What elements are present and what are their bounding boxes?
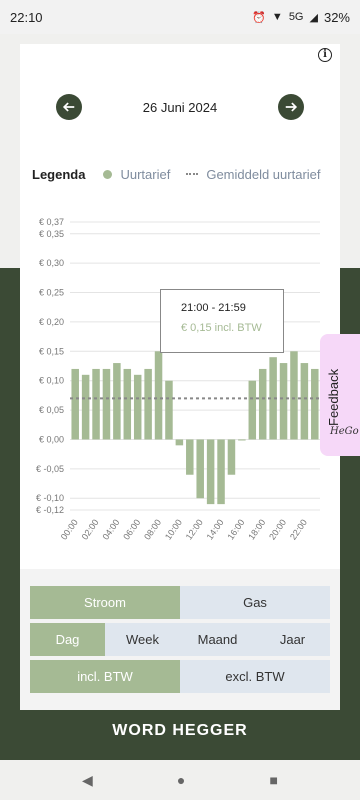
x-tick-label: 02:00 — [80, 517, 101, 541]
back-icon[interactable]: ◀ — [82, 772, 93, 789]
tooltip-price: € 0,15 incl. BTW — [181, 322, 262, 334]
period-option-jaar[interactable]: Jaar — [255, 623, 330, 656]
y-tick-label: € 0,00 — [39, 434, 64, 444]
network-label: 5G — [288, 11, 304, 23]
x-tick-label: 00:00 — [59, 517, 80, 541]
price-bar — [81, 374, 90, 440]
y-tick-label: € 0,30 — [39, 258, 64, 268]
price-bar — [92, 368, 100, 440]
previous-day-button[interactable] — [56, 94, 82, 120]
x-tick-label: 06:00 — [121, 517, 142, 541]
x-tick-label: 20:00 — [267, 517, 288, 541]
chart-tooltip: 21:00 - 21:59 € 0,15 incl. BTW — [160, 289, 284, 353]
date-label: 26 Juni 2024 — [142, 99, 218, 115]
next-day-button[interactable] — [277, 94, 304, 120]
price-bar — [102, 368, 111, 440]
status-bar: 22:10 ⏰ ▼ 5G ◢ 32% — [0, 0, 360, 34]
price-chart[interactable]: € 0,37 € 0,35 € 0,30 € 0,25 € 0,20 € 0,15 € 0,… — [20, 204, 340, 564]
info-icon[interactable]: i — [318, 48, 332, 62]
chart-controls: Stroom Gas Dag Week Maand Jaar incl. BTW excl… — [20, 569, 340, 710]
y-tick-label: € 0,25 — [39, 288, 64, 298]
y-tick-label: € 0,10 — [39, 376, 64, 386]
price-bar — [113, 363, 121, 440]
y-tick-label: € 0,35 — [39, 229, 64, 239]
period-option-maand[interactable]: Maand — [180, 623, 255, 656]
energy-toggle: Stroom Gas — [30, 586, 330, 619]
price-bar — [175, 439, 184, 446]
brand-banner: WORD HEGGER — [112, 722, 248, 739]
legend-avg-swatch — [186, 173, 199, 175]
y-tick-label: € -0,12 — [36, 505, 64, 515]
x-tick-label: 04:00 — [100, 517, 121, 541]
vat-option-excl-btw[interactable]: excl. BTW — [180, 660, 330, 693]
tooltip-time-range: 21:00 - 21:59 — [181, 302, 246, 314]
feedback-logo: HeGo — [330, 426, 359, 437]
status-icons: ⏰ ▼ 5G ◢ 32% — [252, 10, 350, 25]
price-bar — [144, 368, 152, 440]
legend-series-label: Uurtarief — [120, 166, 171, 182]
x-tick-label: 08:00 — [142, 517, 163, 541]
legend-bar-swatch — [103, 169, 113, 179]
price-bar — [217, 439, 225, 505]
signal-icon: ◢ — [309, 11, 318, 24]
x-tick-label: 18:00 — [246, 517, 267, 541]
x-tick-label: 22:00 — [288, 517, 309, 541]
energy-option-gas[interactable]: Gas — [180, 586, 330, 619]
y-tick-label: € 0,05 — [39, 405, 64, 415]
battery-level: 32% — [323, 9, 350, 25]
legend-avg-label: Gemiddeld uurtarief — [206, 166, 321, 182]
price-bar — [206, 439, 215, 505]
price-bar — [279, 363, 288, 440]
status-time: 22:10 — [10, 9, 43, 25]
price-bar — [165, 380, 173, 440]
vat-toggle: incl. BTW excl. BTW — [30, 660, 330, 693]
x-tick-label: 12:00 — [184, 517, 205, 541]
period-option-week[interactable]: Week — [105, 623, 180, 656]
price-bar — [133, 374, 142, 440]
y-tick-label: € 0,15 — [39, 346, 64, 356]
recents-icon[interactable]: ■ — [269, 772, 277, 788]
price-card: i 26 Juni 2024 Legenda Uurtarief Gemidde… — [20, 44, 340, 710]
wifi-icon: ▼ — [271, 11, 283, 23]
x-tick-label: 14:00 — [205, 517, 226, 541]
period-toggle: Dag Week Maand Jaar — [30, 623, 330, 656]
price-bar — [258, 368, 267, 440]
x-tick-label: 16:00 — [225, 517, 246, 541]
y-tick-label: € -0,05 — [36, 464, 64, 474]
price-bar — [154, 351, 163, 440]
legend-title: Legenda — [32, 166, 86, 182]
alarm-icon: ⏰ — [252, 11, 266, 24]
date-navigation: 26 Juni 2024 — [20, 94, 340, 120]
y-tick-label: € 0,20 — [39, 317, 64, 327]
feedback-button[interactable]: Feedback HeGo — [320, 334, 360, 456]
y-tick-label: € 0,37 — [39, 217, 64, 227]
arrow-right-icon — [285, 102, 298, 112]
period-option-dag[interactable]: Dag — [30, 623, 105, 656]
price-bar — [196, 439, 204, 499]
price-bar — [186, 439, 194, 475]
feedback-label: Feedback — [326, 368, 341, 426]
home-icon[interactable]: ● — [177, 772, 185, 788]
price-bar — [311, 368, 319, 440]
price-bar — [300, 363, 309, 440]
price-bar — [227, 439, 236, 475]
price-bar — [123, 368, 132, 440]
arrow-left-icon — [62, 102, 75, 112]
y-tick-label: € -0,10 — [36, 493, 64, 503]
price-bar — [248, 380, 257, 440]
price-bar — [290, 351, 298, 440]
energy-option-stroom[interactable]: Stroom — [30, 586, 180, 619]
price-bar — [71, 368, 79, 440]
x-tick-label: 10:00 — [163, 517, 184, 541]
price-bar — [238, 439, 246, 441]
legend: Legenda Uurtarief Gemiddeld uurtarief — [32, 164, 342, 184]
vat-option-incl-btw[interactable]: incl. BTW — [30, 660, 180, 693]
system-nav-bar: ◀ ● ■ — [0, 760, 360, 800]
